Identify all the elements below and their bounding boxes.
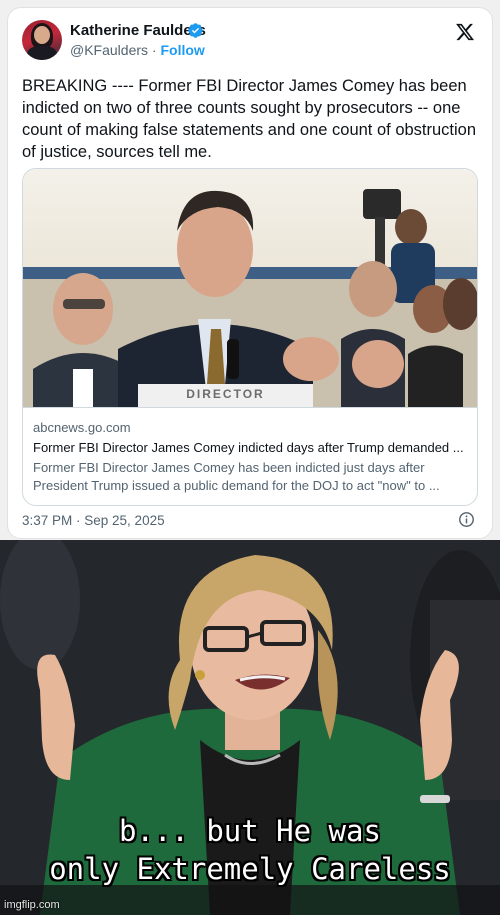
tweet-text: BREAKING ---- Former FBI Director James … — [22, 77, 477, 161]
handle-row: @KFaulders · Follow — [70, 42, 205, 58]
x-logo-icon[interactable] — [455, 22, 475, 42]
separator-dot: · — [151, 42, 157, 58]
verified-badge-icon — [188, 23, 203, 38]
link-title[interactable]: Former FBI Director James Comey indicted… — [33, 440, 469, 455]
imgflip-watermark: imgflip.com — [4, 899, 60, 911]
caption-line-2: only Extremely Careless — [49, 852, 451, 886]
info-icon[interactable] — [458, 511, 475, 528]
director-placard: DIRECTOR — [186, 387, 265, 401]
link-preview-card[interactable]: DIRECTOR abcnews.go.com Former FBI Direc… — [22, 168, 478, 506]
tweet-card[interactable]: Katherine Faulders @KFaulders · Follow B… — [7, 7, 493, 539]
author-name[interactable]: Katherine Faulders — [70, 22, 206, 39]
tweet-screenshot-panel: Katherine Faulders @KFaulders · Follow B… — [0, 0, 500, 540]
tweet-timestamp[interactable]: 3:37 PM · Sep 25, 2025 — [22, 513, 165, 528]
avatar[interactable] — [22, 20, 62, 60]
meme-caption: b... but He was only Extremely Careless — [0, 812, 500, 888]
link-domain: abcnews.go.com — [33, 420, 131, 435]
link-description: Former FBI Director James Comey has been… — [33, 460, 440, 493]
follow-button[interactable]: Follow — [160, 42, 204, 58]
author-handle[interactable]: @KFaulders — [70, 42, 148, 58]
link-meta: abcnews.go.com Former FBI Director James… — [23, 407, 477, 505]
caption-line-1: b... but He was — [119, 814, 381, 848]
article-photo: DIRECTOR — [23, 169, 477, 407]
